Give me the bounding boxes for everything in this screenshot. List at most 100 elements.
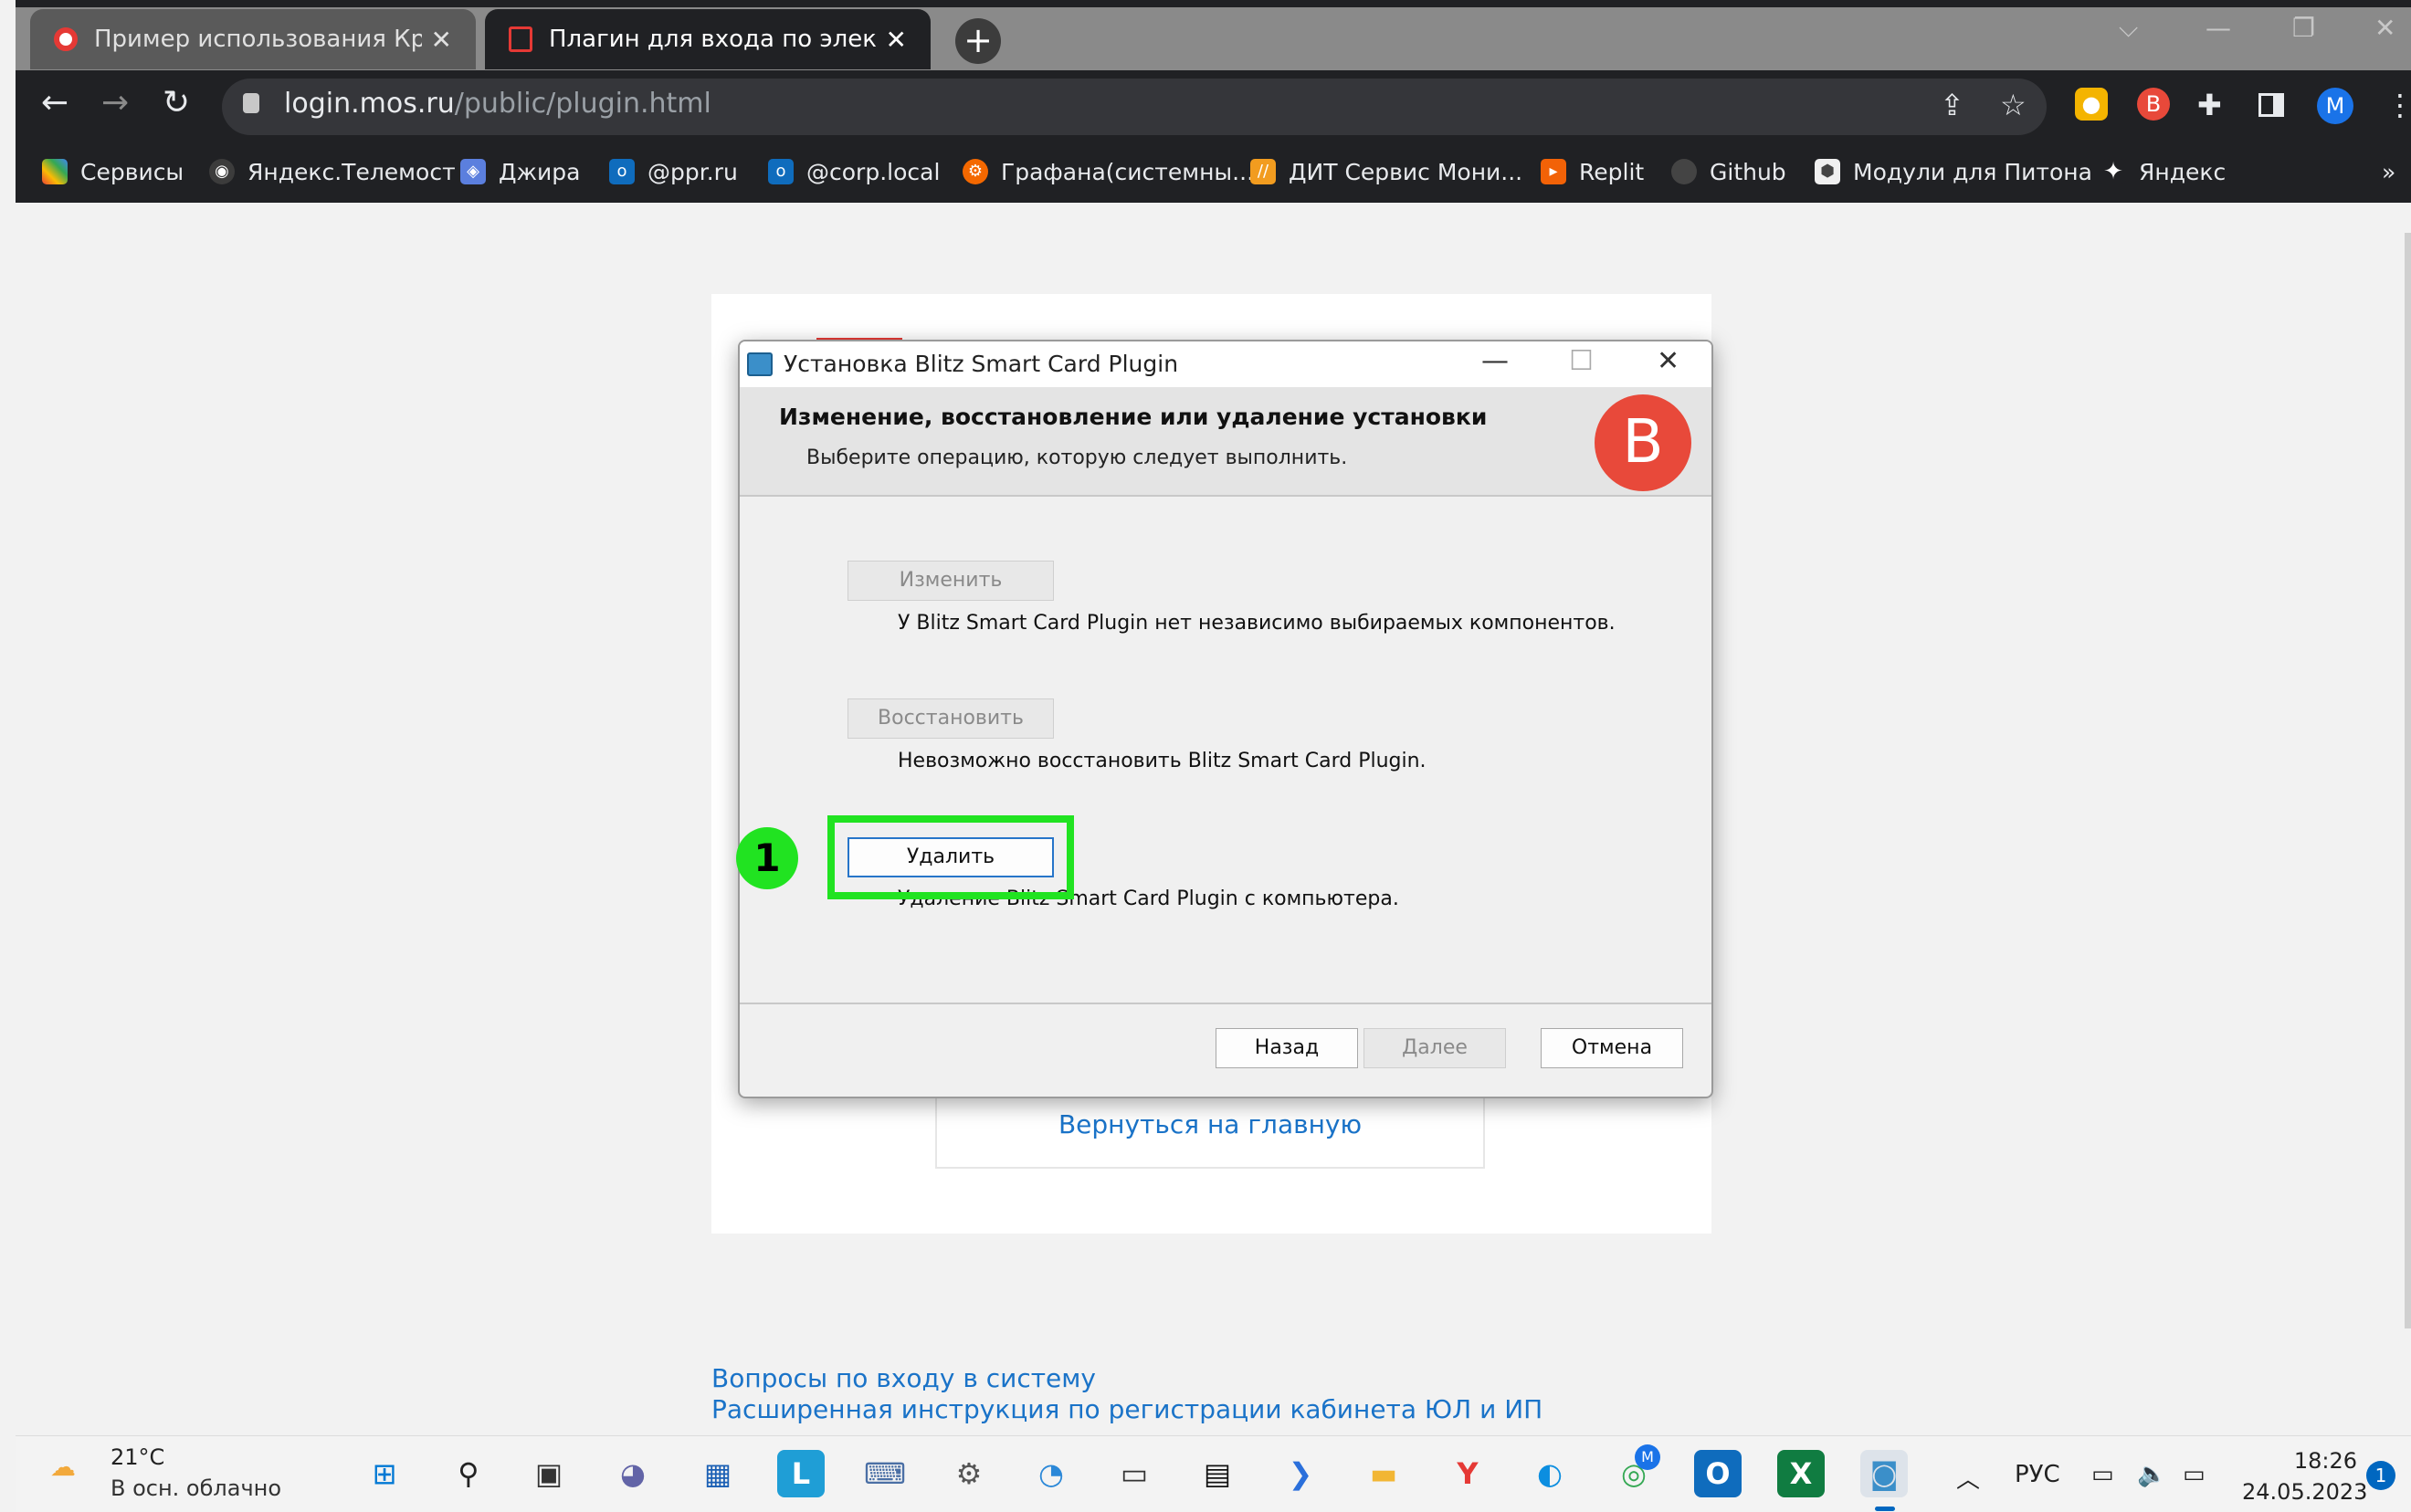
bookmark-grafana[interactable]: ⚙ Графана(системны... xyxy=(963,152,1254,192)
chrome-profile-badge: M xyxy=(1635,1444,1660,1470)
bookmark-label: ДИТ Сервис Мони... xyxy=(1289,158,1523,185)
installer-dialog: Установка Blitz Smart Card Plugin — ☐ ✕ … xyxy=(738,340,1713,1098)
bookmark-replit[interactable]: ▸ Replit xyxy=(1541,152,1644,192)
bookmark-dit[interactable]: // ДИТ Сервис Мони... xyxy=(1250,152,1522,192)
terminal-icon[interactable]: ▭ xyxy=(1111,1450,1158,1497)
apps-grid-icon xyxy=(42,159,68,184)
highlight-frame xyxy=(827,815,1074,899)
lock-icon[interactable] xyxy=(243,93,259,113)
bookmark-jira[interactable]: ◈ Джира xyxy=(460,152,581,192)
bookmark-label: @corp.local xyxy=(806,158,941,185)
cloud-icon[interactable]: ☁ xyxy=(50,1452,76,1482)
login-questions-link[interactable]: Вопросы по входу в систему xyxy=(711,1363,1096,1393)
excel-icon[interactable]: X xyxy=(1777,1450,1825,1497)
file-explorer-icon[interactable]: ▬ xyxy=(1360,1450,1407,1497)
side-panel-icon[interactable] xyxy=(2258,93,2284,117)
store-icon[interactable]: ▦ xyxy=(694,1450,742,1497)
bookmark-corp[interactable]: o @corp.local xyxy=(768,152,940,192)
url-domain: login.mos.ru xyxy=(284,88,455,120)
weather-description[interactable]: В осн. облачно xyxy=(111,1475,281,1501)
yandex-browser-icon[interactable]: Y xyxy=(1444,1450,1491,1497)
grafana-icon: ⚙ xyxy=(963,159,988,184)
yandex-tab-icon xyxy=(54,27,78,51)
input-language[interactable]: РУС xyxy=(2015,1461,2060,1488)
bookmark-label: Яндекс xyxy=(2139,158,2227,185)
new-tab-button[interactable]: + xyxy=(955,18,1001,64)
page-scrollbar[interactable] xyxy=(2405,233,2411,1328)
close-tab-icon[interactable]: ✕ xyxy=(431,25,452,55)
back-to-main-link[interactable]: Вернуться на главную xyxy=(935,1109,1485,1139)
bookmark-ppr[interactable]: o @ppr.ru xyxy=(609,152,738,192)
profile-avatar[interactable]: M xyxy=(2317,88,2353,124)
bookmark-github[interactable]: Github xyxy=(1671,152,1786,192)
extension-blitz-icon[interactable]: B xyxy=(2137,88,2170,121)
close-tab-icon[interactable]: ✕ xyxy=(886,25,907,55)
start-windows-icon[interactable]: ⊞ xyxy=(361,1450,408,1497)
bookmark-label: Модули для Питона xyxy=(1853,158,2092,185)
restore-icon[interactable]: ❐ xyxy=(2292,13,2315,43)
powershell-icon[interactable]: ❯ xyxy=(1277,1450,1324,1497)
change-button: Изменить xyxy=(848,561,1054,601)
bookmark-services[interactable]: Сервисы xyxy=(42,152,184,192)
registration-guide-link[interactable]: Расширенная инструкция по регистрации ка… xyxy=(711,1394,1542,1424)
clock-date: 24.05.2023 xyxy=(2242,1479,2368,1505)
repair-description: Невозможно восстановить Blitz Smart Card… xyxy=(898,750,1427,772)
tab-plugin-login[interactable]: Плагин для входа по электронн ✕ xyxy=(485,9,931,69)
forward-arrow-icon[interactable]: → xyxy=(101,84,129,121)
tab-title: Пример использования Крипто xyxy=(94,26,422,53)
tab-crypto-example[interactable]: Пример использования Крипто ✕ xyxy=(30,9,476,69)
search-icon[interactable]: ⚲ xyxy=(445,1450,492,1497)
notification-badge[interactable]: 1 xyxy=(2366,1461,2395,1490)
minimize-icon[interactable]: — xyxy=(2206,13,2231,43)
battery-icon[interactable]: ▭ xyxy=(2183,1461,2206,1488)
bookmarks-more-button[interactable]: » xyxy=(2382,152,2395,192)
installer-icon xyxy=(747,352,773,376)
teams-chat-icon[interactable]: ◕ xyxy=(609,1450,657,1497)
dialog-minimize-icon[interactable]: — xyxy=(1481,345,1509,377)
close-window-icon[interactable]: ✕ xyxy=(2374,13,2395,43)
tab-title: Плагин для входа по электронн xyxy=(549,26,877,53)
volume-icon[interactable]: 🔈 xyxy=(2137,1461,2166,1488)
installer-task-icon[interactable]: ◙ xyxy=(1860,1450,1908,1497)
control-panel-icon[interactable]: ◔ xyxy=(1027,1450,1075,1497)
back-button[interactable]: Назад xyxy=(1216,1028,1358,1068)
back-arrow-icon[interactable]: ← xyxy=(41,84,68,121)
blitz-logo: B xyxy=(1595,394,1691,491)
next-button: Далее xyxy=(1363,1028,1506,1068)
star-sparkle-icon: ✦ xyxy=(2100,159,2126,184)
outlook-icon[interactable]: O xyxy=(1694,1450,1742,1497)
system-clock[interactable]: 18:26 24.05.2023 xyxy=(2242,1445,2368,1507)
active-app-indicator xyxy=(1875,1507,1895,1511)
menu-dots-icon[interactable]: ⋮ xyxy=(2385,88,2411,122)
task-view-icon[interactable]: ▣ xyxy=(525,1450,573,1497)
extension-bulb-icon[interactable]: ● xyxy=(2075,88,2108,121)
mos-tab-icon xyxy=(509,26,532,52)
console-icon[interactable]: ▤ xyxy=(1194,1450,1241,1497)
edge-icon[interactable]: ◐ xyxy=(1526,1450,1574,1497)
extensions-puzzle-icon[interactable]: ✚ xyxy=(2197,88,2222,122)
replit-icon: ▸ xyxy=(1541,159,1566,184)
jira-icon: ◈ xyxy=(460,159,486,184)
dialog-header-subtitle: Выберите операцию, которую следует выпол… xyxy=(806,446,1348,469)
url-text[interactable]: login.mos.ru/public/plugin.html xyxy=(284,88,711,120)
bookmark-telemost[interactable]: ◉ Яндекс.Телемост xyxy=(209,152,456,192)
settings-gear-icon[interactable]: ⚙ xyxy=(945,1450,993,1497)
share-icon[interactable]: ⇪ xyxy=(1940,88,1964,122)
cancel-button[interactable]: Отмена xyxy=(1541,1028,1683,1068)
network-icon[interactable]: ▭ xyxy=(2091,1461,2114,1488)
github-icon xyxy=(1671,159,1697,184)
tab-search-icon[interactable]: ⌵ xyxy=(2119,13,2138,44)
network-app-icon[interactable]: ⌨ xyxy=(861,1450,909,1497)
dialog-title: Установка Blitz Smart Card Plugin xyxy=(784,351,1179,377)
reload-icon[interactable]: ↻ xyxy=(163,84,190,121)
bookmark-label: Сервисы xyxy=(80,158,184,185)
weather-temperature[interactable]: 21°C xyxy=(111,1444,164,1470)
outlook-icon: o xyxy=(768,159,794,184)
bookmark-star-icon[interactable]: ☆ xyxy=(2000,88,2027,122)
bookmark-yandex[interactable]: ✦ Яндекс xyxy=(2100,152,2226,192)
bookmark-python-modules[interactable]: ⬢ Модули для Питона xyxy=(1815,152,2092,192)
lens-app-icon[interactable]: L xyxy=(777,1450,825,1497)
dialog-close-icon[interactable]: ✕ xyxy=(1657,345,1679,377)
dialog-header-title: Изменение, восстановление или удаление у… xyxy=(779,404,1488,430)
tray-chevron-up-icon[interactable]: ︿ xyxy=(1956,1461,1980,1495)
